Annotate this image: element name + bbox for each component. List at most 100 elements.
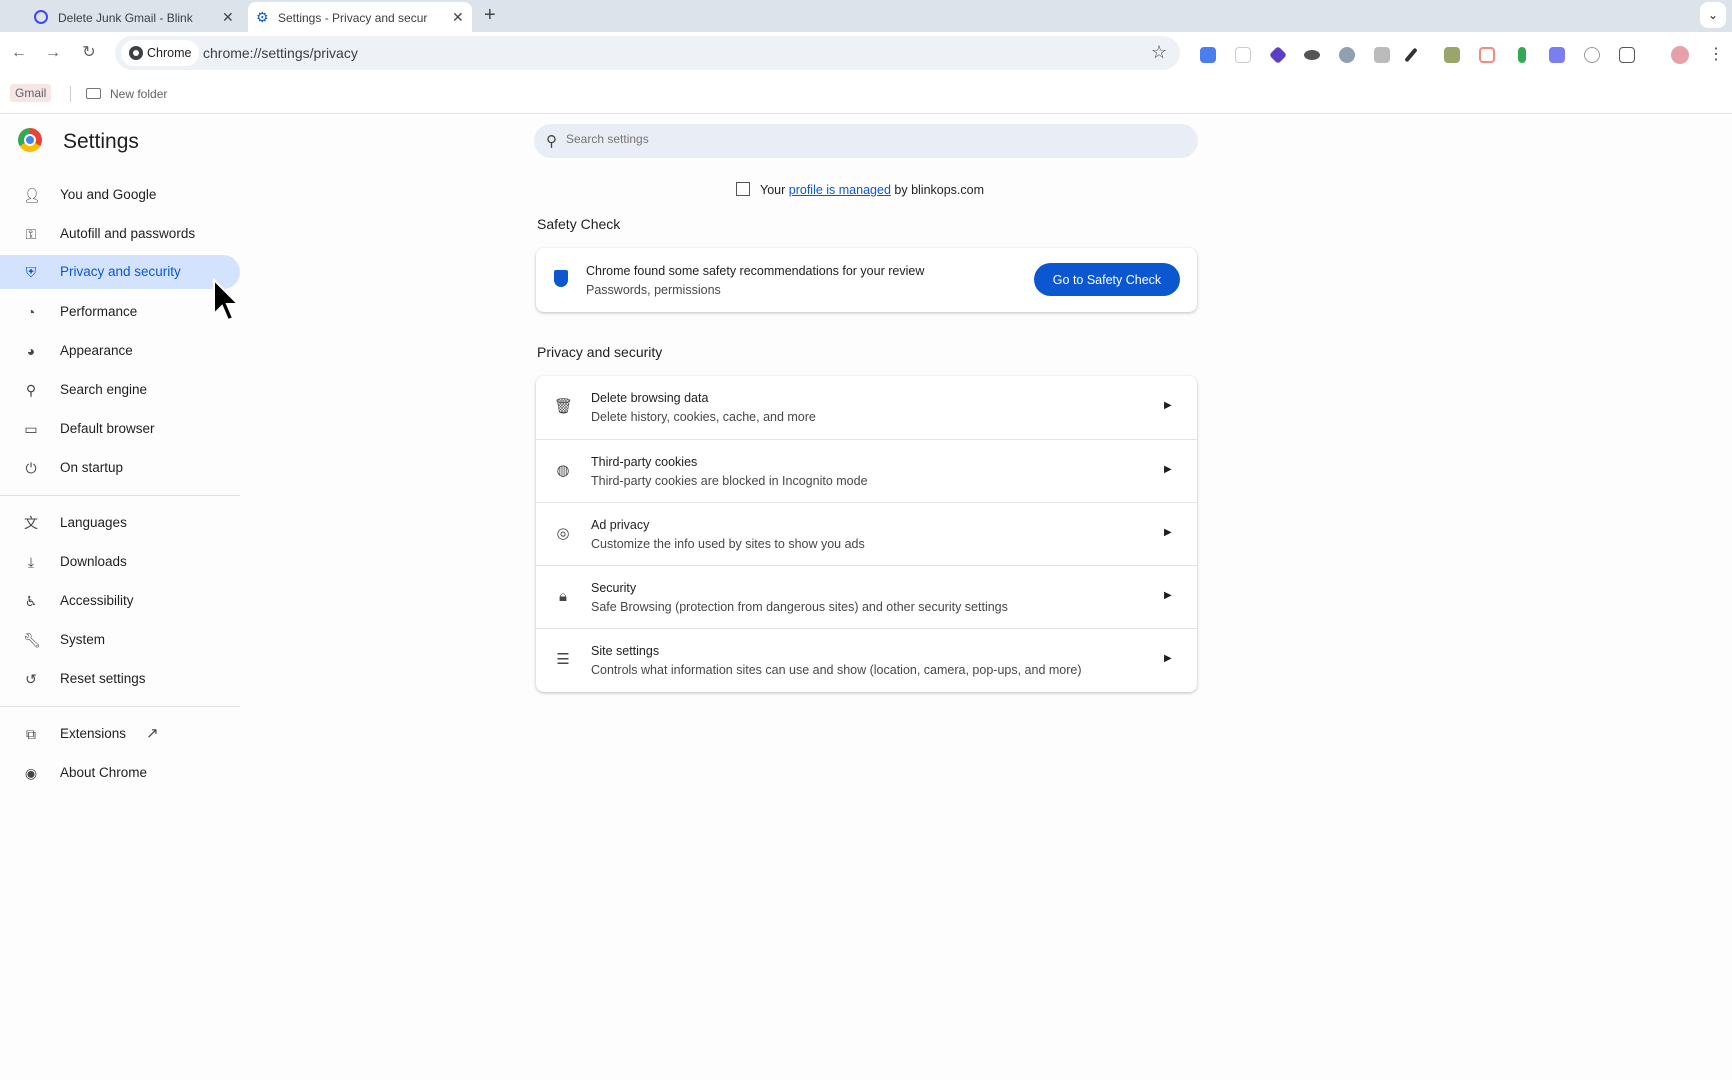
privacy-security-card: 🗑︎ Delete browsing data Delete history, … <box>536 376 1197 692</box>
mouse-cursor-icon <box>213 278 240 322</box>
sidebar-item-extensions[interactable]: ⧉ Extensions ↗ <box>0 717 240 751</box>
safety-check-title: Chrome found some safety recommendations… <box>586 264 925 278</box>
download-icon: ⤓ <box>27 554 35 570</box>
gear-icon: ⚙ <box>256 9 269 25</box>
sidebar-item-search-engine[interactable]: ⚲ Search engine <box>0 373 240 407</box>
key-icon: ⚿ <box>25 226 37 242</box>
go-to-safety-check-button[interactable]: Go to Safety Check <box>1034 263 1180 296</box>
row-title: Delete browsing data <box>591 391 709 405</box>
list-item-site-settings[interactable]: ☰ Site settings Controls what informatio… <box>536 628 1197 691</box>
sidebar-item-label: Performance <box>60 304 138 319</box>
tab-delete-junk-gmail[interactable]: Delete Junk Gmail - Blink ✕ <box>10 2 242 32</box>
profile-managed-link[interactable]: profile is managed <box>789 183 891 197</box>
sidebar-item-label: Accessibility <box>60 593 134 608</box>
list-item-third-party-cookies[interactable]: ◍ Third-party cookies Third-party cookie… <box>536 439 1197 502</box>
search-icon: ⚲ <box>25 382 37 398</box>
sidebar-divider <box>0 706 240 707</box>
site-info-chip[interactable]: Chrome <box>121 40 200 66</box>
bookmark-folder[interactable]: New folder <box>86 87 167 101</box>
safety-check-heading: Safety Check <box>537 216 621 232</box>
extension-tag-icon[interactable] <box>1479 47 1495 63</box>
reload-icon[interactable]: ↻ <box>78 42 100 64</box>
managed-profile-notice: Your profile is managed by blinkops.com <box>736 182 984 197</box>
sidebar-item-accessibility[interactable]: ♿︎ Accessibility <box>0 584 240 618</box>
building-icon <box>736 182 750 196</box>
reset-icon: ↺ <box>25 671 37 687</box>
wrench-icon: 🔧︎ <box>23 632 41 648</box>
sidebar-item-about-chrome[interactable]: ◉ About Chrome <box>0 756 240 790</box>
extension-leaf-icon[interactable] <box>1518 47 1526 63</box>
chevron-right-icon: ▶ <box>1164 527 1172 538</box>
sidebar-item-performance[interactable]: ◔ Performance <box>0 295 240 329</box>
row-title: Site settings <box>591 644 660 658</box>
shield-icon: ⛨ <box>25 264 37 280</box>
accessibility-icon: ♿︎ <box>24 593 38 609</box>
sidebar-item-autofill[interactable]: ⚿ Autofill and passwords <box>0 217 240 251</box>
bookmarks-bar: Gmail New folder <box>0 74 1732 114</box>
sidebar-item-label: System <box>60 632 106 647</box>
sidebar-item-label: Appearance <box>60 343 133 358</box>
extension-globe-icon[interactable] <box>1339 47 1355 63</box>
sidebar-item-label: You and Google <box>60 187 157 202</box>
sidebar-item-label: Reset settings <box>60 671 146 686</box>
chevron-right-icon: ▶ <box>1164 464 1172 475</box>
browser-window-icon: ▭ <box>24 421 38 437</box>
list-item-ad-privacy[interactable]: ◎ Ad privacy Customize the info used by … <box>536 502 1197 565</box>
close-icon[interactable]: ✕ <box>452 9 464 25</box>
site-chip-label: Chrome <box>147 46 192 60</box>
bookmark-divider <box>70 86 71 102</box>
extension-translate-icon[interactable] <box>1200 47 1216 63</box>
sidebar-item-reset-settings[interactable]: ↺ Reset settings <box>0 662 240 696</box>
sidebar-item-default-browser[interactable]: ▭ Default browser <box>0 412 240 446</box>
lock-icon: 🔒︎ <box>559 588 567 605</box>
extension-chat-icon[interactable] <box>1549 47 1565 63</box>
sidebar-item-languages[interactable]: 文 Languages <box>0 506 240 540</box>
sidebar-divider <box>0 495 240 496</box>
forward-icon[interactable]: → <box>42 42 64 64</box>
url-text[interactable]: chrome://settings/privacy <box>203 45 358 61</box>
bookmark-gmail[interactable]: Gmail <box>10 84 52 102</box>
sidebar-item-label: Languages <box>60 515 127 530</box>
sidebar-item-you-and-google[interactable]: 👤︎ You and Google <box>0 178 240 212</box>
row-title: Third-party cookies <box>591 455 698 469</box>
sidebar-item-label: Extensions <box>60 726 127 741</box>
chrome-logo-icon <box>18 128 42 152</box>
extension-camera-icon[interactable] <box>1374 47 1390 63</box>
new-tab-button[interactable]: + <box>484 4 496 26</box>
list-item-delete-browsing-data[interactable]: 🗑︎ Delete browsing data Delete history, … <box>536 376 1197 439</box>
extensions-puzzle-icon[interactable] <box>1619 47 1635 63</box>
tab-search-button[interactable]: ⌄ <box>1700 2 1726 28</box>
sidebar-item-privacy[interactable]: ⛨ Privacy and security <box>0 255 240 289</box>
search-input[interactable] <box>566 132 1166 146</box>
bookmark-star-icon[interactable]: ☆ <box>1151 42 1167 63</box>
open-in-new-icon: ↗ <box>146 725 159 742</box>
speedometer-icon: ◔ <box>26 304 36 320</box>
extension-image-icon[interactable] <box>1444 47 1460 63</box>
extension-blank-icon[interactable] <box>1235 47 1251 63</box>
bookmark-folder-label: New folder <box>110 87 168 101</box>
toolbar: ← → ↻ Chrome chrome://settings/privacy ☆ <box>0 32 1732 74</box>
more-menu-icon[interactable]: ⋮ <box>1708 44 1724 64</box>
list-item-security[interactable]: 🔒︎ Security Safe Browsing (protection fr… <box>536 565 1197 628</box>
address-bar[interactable]: Chrome chrome://settings/privacy ☆ <box>115 36 1180 70</box>
managed-prefix: Your <box>760 183 786 197</box>
chevron-right-icon: ▶ <box>1164 400 1172 411</box>
sidebar-item-downloads[interactable]: ⤓ Downloads <box>0 545 240 579</box>
sidebar-item-label: Default browser <box>60 421 155 436</box>
tab-settings[interactable]: ⚙ Settings - Privacy and securi ✕ <box>248 2 472 32</box>
row-title: Ad privacy <box>591 518 650 532</box>
search-settings-field[interactable]: ⚲ <box>534 124 1198 158</box>
privacy-security-heading: Privacy and security <box>537 344 663 360</box>
sidebar-item-label: Search engine <box>60 382 148 397</box>
tab-title: Settings - Privacy and securi <box>278 11 428 25</box>
close-icon[interactable]: ✕ <box>222 9 234 25</box>
sidebar-item-appearance[interactable]: ◕ Appearance <box>0 334 240 368</box>
extension-disk-icon[interactable] <box>1304 50 1320 60</box>
back-icon[interactable]: ← <box>8 42 30 64</box>
extension-smile-icon[interactable] <box>1584 47 1600 63</box>
search-icon: ⚲ <box>546 133 557 150</box>
profile-avatar-icon[interactable] <box>1671 46 1689 64</box>
safety-check-subtitle: Passwords, permissions <box>586 283 721 297</box>
sidebar-item-system[interactable]: 🔧︎ System <box>0 623 240 657</box>
sidebar-item-on-startup[interactable]: ⏻ On startup <box>0 451 240 485</box>
